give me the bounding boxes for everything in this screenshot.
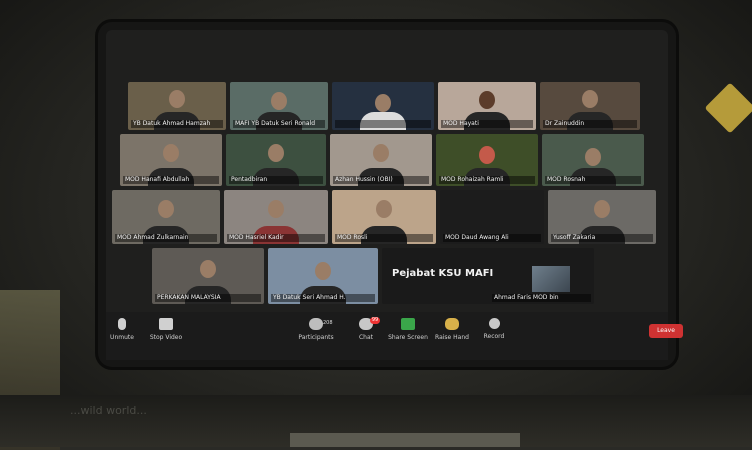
stop-video-button[interactable]: Stop Video bbox=[140, 316, 192, 354]
participant-name: MOD Rohaizah Ramli bbox=[439, 176, 535, 184]
share-screen-icon bbox=[401, 318, 415, 330]
leave-button[interactable]: Leave bbox=[649, 324, 683, 338]
video-conference-screen: YB Datuk Ahmad Hamzah MAFI YB Datuk Seri… bbox=[106, 30, 668, 360]
participant-name: YB Datuk Seri Ahmad H. bbox=[271, 294, 375, 302]
speaker-thumbnail bbox=[532, 266, 570, 292]
participant-tile[interactable]: PERKAKAN MALAYSIA bbox=[152, 248, 264, 304]
participant-tile[interactable]: YB Datuk Seri Ahmad H. bbox=[268, 248, 378, 304]
participant-name: MOD Hasriel Kadir bbox=[227, 234, 325, 242]
participant-name bbox=[335, 120, 431, 128]
active-speaker-tile[interactable]: Pejabat KSU MAFI Ahmad Faris MOD bin bbox=[382, 248, 594, 304]
participant-tile[interactable]: MOD Hanafi Abdullah bbox=[120, 134, 222, 186]
participant-name: MOD Hanafi Abdullah bbox=[123, 176, 219, 184]
record-button[interactable]: Record bbox=[468, 316, 520, 354]
participant-name: Azhan Hussin (OBI) bbox=[333, 176, 429, 184]
speaker-name: Pejabat KSU MAFI bbox=[392, 268, 494, 279]
participant-tile[interactable]: Dr Zainuddin bbox=[540, 82, 640, 130]
participant-name: MOD Daud Awang Ali bbox=[443, 234, 541, 242]
participant-tile[interactable]: MOD Ahmad Zulkarnain bbox=[112, 190, 220, 244]
participant-tile[interactable]: MOD Rohaizah Ramli bbox=[436, 134, 538, 186]
participant-name: Pentadbiran bbox=[229, 176, 323, 184]
participants-button[interactable]: 208 Participants bbox=[290, 316, 342, 354]
participant-name: Dr Zainuddin bbox=[543, 120, 637, 128]
participant-tile[interactable]: MAFI YB Datuk Seri Ronald bbox=[230, 82, 328, 130]
participant-name: MOD Rosli bbox=[335, 234, 433, 242]
participant-name: MOD Rosnah bbox=[545, 176, 641, 184]
record-icon bbox=[488, 318, 500, 329]
participant-tile[interactable]: MOD Hayati bbox=[438, 82, 536, 130]
participant-tile[interactable]: YB Datuk Ahmad Hamzah bbox=[128, 82, 226, 130]
participant-tile[interactable]: MOD Daud Awang Ali bbox=[440, 190, 544, 244]
people-icon bbox=[309, 318, 323, 330]
participant-name: PERKAKAN MALAYSIA bbox=[155, 294, 261, 302]
participant-name: YB Datuk Ahmad Hamzah bbox=[131, 120, 223, 128]
participant-tile[interactable]: MOD Rosli bbox=[332, 190, 436, 244]
hand-icon bbox=[445, 318, 459, 330]
microphone-icon bbox=[118, 318, 126, 330]
desk-caption-text: ...wild world... bbox=[70, 404, 147, 417]
participant-name: MOD Ahmad Zulkarnain bbox=[115, 234, 217, 242]
participant-name: Yusoff Zakaria bbox=[551, 234, 653, 242]
participant-name: MOD Hayati bbox=[441, 120, 533, 128]
participant-tile[interactable]: Azhan Hussin (OBI) bbox=[330, 134, 432, 186]
participant-tile[interactable] bbox=[332, 82, 434, 130]
participant-name: MAFI YB Datuk Seri Ronald bbox=[233, 120, 325, 128]
meeting-toolbar: Unmute Stop Video 208 Participants 99 Ch… bbox=[106, 312, 683, 360]
participant-tile[interactable]: Yusoff Zakaria bbox=[548, 190, 656, 244]
participant-name: Ahmad Faris MOD bin bbox=[492, 294, 591, 302]
camera-icon bbox=[159, 318, 173, 330]
desk-plate bbox=[290, 433, 520, 447]
participant-tile[interactable]: MOD Hasriel Kadir bbox=[224, 190, 328, 244]
participant-tile[interactable]: Pentadbiran bbox=[226, 134, 326, 186]
participant-tile[interactable]: MOD Rosnah bbox=[542, 134, 644, 186]
